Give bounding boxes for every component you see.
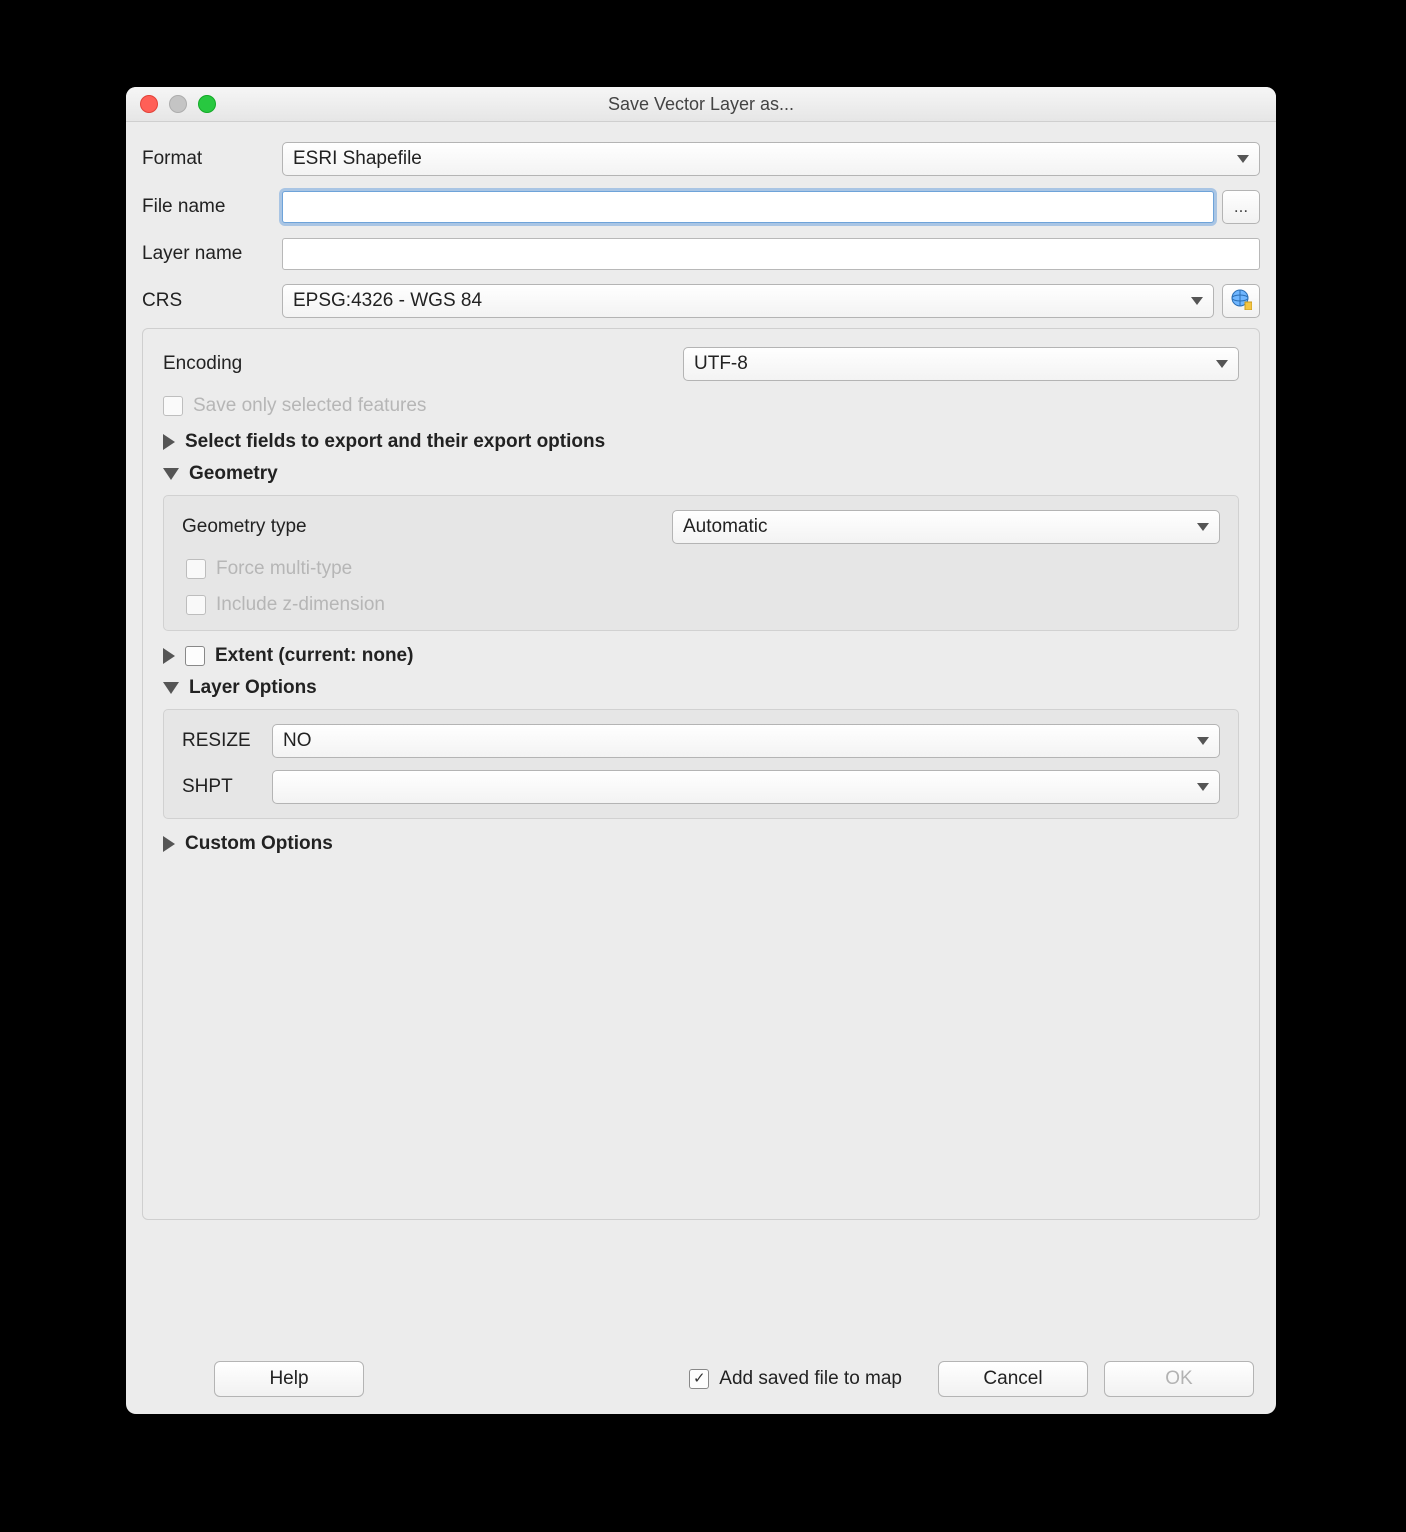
crs-picker-button[interactable]	[1222, 284, 1260, 318]
shpt-dropdown[interactable]	[272, 770, 1220, 804]
crs-value: EPSG:4326 - WGS 84	[293, 290, 482, 312]
layer-options-panel: RESIZE NO SHPT	[163, 709, 1239, 819]
checkbox-icon: ✓	[689, 1369, 709, 1389]
chevron-down-icon	[1197, 783, 1209, 791]
encoding-value: UTF-8	[694, 353, 748, 375]
globe-icon	[1230, 288, 1252, 315]
extent-section[interactable]: Extent (current: none)	[163, 645, 1239, 667]
triangle-down-icon	[163, 468, 179, 480]
force-multi-checkbox: Force multi-type	[186, 558, 1220, 580]
help-button[interactable]: Help	[214, 1361, 364, 1397]
crs-label: CRS	[142, 290, 282, 312]
options-group: Encoding UTF-8 Save only selected featur…	[142, 328, 1260, 1220]
encoding-dropdown[interactable]: UTF-8	[683, 347, 1239, 381]
geometry-panel: Geometry type Automatic Force multi-type…	[163, 495, 1239, 631]
geometry-type-label: Geometry type	[182, 516, 672, 538]
format-label: Format	[142, 148, 282, 170]
crs-dropdown[interactable]: EPSG:4326 - WGS 84	[282, 284, 1214, 318]
titlebar: Save Vector Layer as...	[126, 87, 1276, 122]
chevron-down-icon	[1197, 737, 1209, 745]
triangle-right-icon	[163, 836, 175, 852]
triangle-right-icon	[163, 434, 175, 450]
extent-checkbox[interactable]	[185, 646, 205, 666]
checkbox-icon	[163, 396, 183, 416]
triangle-right-icon	[163, 648, 175, 664]
geometry-type-dropdown[interactable]: Automatic	[672, 510, 1220, 544]
chevron-down-icon	[1191, 297, 1203, 305]
geometry-type-value: Automatic	[683, 516, 767, 538]
save-vector-layer-dialog: Save Vector Layer as... Format ESRI Shap…	[126, 87, 1276, 1414]
checkbox-icon	[186, 559, 206, 579]
cancel-button[interactable]: Cancel	[938, 1361, 1088, 1397]
minimize-icon	[169, 95, 187, 113]
encoding-label: Encoding	[163, 353, 683, 375]
layer-options-section[interactable]: Layer Options	[163, 677, 1239, 699]
triangle-down-icon	[163, 682, 179, 694]
format-dropdown[interactable]: ESRI Shapefile	[282, 142, 1260, 176]
ok-button: OK	[1104, 1361, 1254, 1397]
resize-value: NO	[283, 730, 312, 752]
close-icon[interactable]	[140, 95, 158, 113]
format-value: ESRI Shapefile	[293, 148, 422, 170]
layer-name-input[interactable]	[282, 238, 1260, 270]
window-title: Save Vector Layer as...	[126, 94, 1276, 115]
window-controls	[126, 95, 216, 113]
chevron-down-icon	[1237, 155, 1249, 163]
layer-name-label: Layer name	[142, 243, 282, 265]
chevron-down-icon	[1197, 523, 1209, 531]
save-selected-checkbox: Save only selected features	[163, 395, 1239, 417]
file-name-label: File name	[142, 196, 282, 218]
resize-label: RESIZE	[182, 730, 272, 752]
file-name-input[interactable]	[282, 191, 1214, 223]
resize-dropdown[interactable]: NO	[272, 724, 1220, 758]
maximize-icon[interactable]	[198, 95, 216, 113]
checkbox-icon	[186, 595, 206, 615]
custom-options-section[interactable]: Custom Options	[163, 833, 1239, 855]
shpt-label: SHPT	[182, 776, 272, 798]
include-z-checkbox: Include z-dimension	[186, 594, 1220, 616]
select-fields-section[interactable]: Select fields to export and their export…	[163, 431, 1239, 453]
add-to-map-checkbox[interactable]: ✓ Add saved file to map	[689, 1368, 902, 1390]
chevron-down-icon	[1216, 360, 1228, 368]
dialog-footer: Help ✓ Add saved file to map Cancel OK	[126, 1344, 1276, 1414]
geometry-section[interactable]: Geometry	[163, 463, 1239, 485]
browse-button[interactable]: ...	[1222, 190, 1260, 224]
